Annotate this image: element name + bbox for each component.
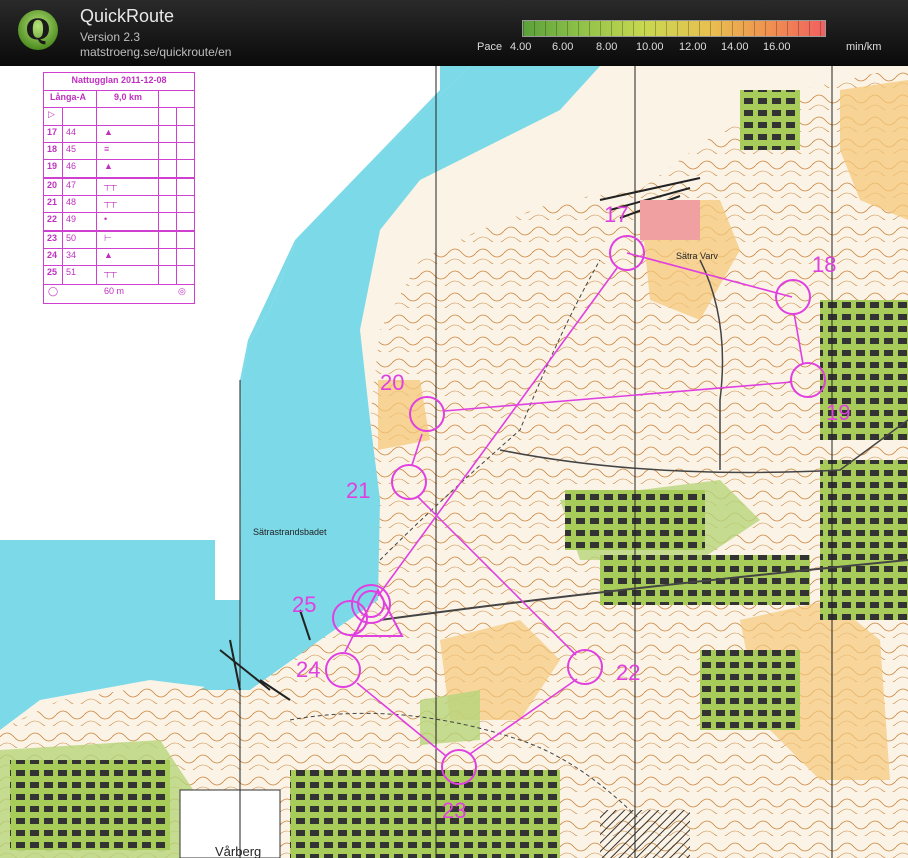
control-code: 46 bbox=[66, 161, 77, 171]
feature-symbol-icon: ┬┬ bbox=[104, 267, 117, 277]
pace-tick: 14.00 bbox=[721, 41, 749, 53]
finish-circle-icon: ◎ bbox=[178, 286, 186, 296]
control-number: 20 bbox=[380, 370, 404, 395]
control-num: 17 bbox=[47, 127, 58, 137]
control-num: 24 bbox=[47, 250, 58, 260]
control-number: 19 bbox=[826, 400, 850, 425]
feature-symbol-icon: ┬┬ bbox=[104, 180, 117, 190]
control-number: 22 bbox=[616, 660, 640, 685]
control-num: 25 bbox=[47, 267, 58, 277]
place-label-satra-varv: Sätra Varv bbox=[676, 251, 718, 261]
start-triangle-icon: ▷ bbox=[48, 109, 55, 119]
course-length: 9,0 km bbox=[114, 92, 143, 102]
pace-tick: 6.00 bbox=[552, 41, 574, 53]
pace-label: Pace bbox=[477, 41, 503, 53]
control-code: 34 bbox=[66, 250, 77, 260]
control-number: 17 bbox=[604, 202, 628, 227]
residential-buildings bbox=[820, 460, 908, 620]
control-number: 18 bbox=[812, 252, 836, 277]
control-description-sheet: Nattugglan 2011-12-08 Långa-A 9,0 km ▷ 1… bbox=[43, 72, 195, 304]
residential-buildings bbox=[290, 770, 560, 858]
finish-start-icon: ◯ bbox=[48, 286, 59, 296]
pace-tick: 10.00 bbox=[636, 41, 664, 53]
feature-symbol-icon: ┬┬ bbox=[104, 197, 117, 207]
course-name: Långa-A bbox=[50, 92, 86, 102]
event-name: Nattugglan 2011-12-08 bbox=[71, 75, 167, 85]
residential-buildings bbox=[10, 760, 170, 850]
control-number: 23 bbox=[442, 798, 466, 823]
control-number: 21 bbox=[346, 478, 370, 503]
control-code: 47 bbox=[66, 180, 77, 190]
control-code: 48 bbox=[66, 197, 77, 207]
pace-tick: 4.00 bbox=[510, 41, 532, 53]
app-version: Version 2.3 bbox=[80, 30, 141, 44]
control-code: 50 bbox=[66, 233, 77, 243]
control-num: 22 bbox=[47, 214, 58, 224]
control-num: 19 bbox=[47, 161, 58, 171]
control-code: 44 bbox=[66, 127, 77, 137]
control-num: 20 bbox=[47, 180, 58, 190]
pace-tick: 8.00 bbox=[596, 41, 618, 53]
feature-symbol-icon: ≡ bbox=[104, 144, 110, 154]
pace-tick: 16.00 bbox=[763, 41, 791, 53]
residential-buildings bbox=[700, 650, 800, 730]
place-label-varberg: Vårberg bbox=[215, 844, 261, 858]
pace-unit: min/km bbox=[846, 41, 882, 53]
control-num: 23 bbox=[47, 233, 58, 243]
app-header: Q QuickRoute Version 2.3 matstroeng.se/q… bbox=[0, 0, 908, 66]
place-label-satrastrandsbadet: Sätrastrandsbadet bbox=[253, 527, 327, 537]
control-number: 24 bbox=[296, 657, 320, 682]
pace-tick: 12.00 bbox=[679, 41, 707, 53]
feature-symbol-icon: ▲ bbox=[104, 127, 113, 137]
svg-text:Q: Q bbox=[26, 13, 50, 46]
feature-symbol-icon: • bbox=[104, 214, 108, 224]
control-code: 51 bbox=[66, 267, 77, 277]
feature-symbol-icon: ▲ bbox=[104, 250, 113, 260]
pink-building bbox=[640, 200, 700, 240]
control-num: 21 bbox=[47, 197, 58, 207]
pace-color-scale bbox=[522, 20, 826, 37]
finish-distance: 60 m bbox=[104, 286, 125, 296]
control-code: 45 bbox=[66, 144, 77, 154]
control-code: 49 bbox=[66, 214, 77, 224]
control-number: 25 bbox=[292, 592, 316, 617]
quickroute-logo-icon: Q bbox=[18, 10, 58, 50]
hatched-area bbox=[600, 810, 690, 858]
app-title: QuickRoute bbox=[80, 6, 175, 26]
residential-buildings bbox=[740, 90, 800, 150]
app-url[interactable]: matstroeng.se/quickroute/en bbox=[80, 45, 231, 59]
feature-symbol-icon: ⊢ bbox=[104, 233, 112, 243]
feature-symbol-icon: ▲ bbox=[104, 161, 113, 171]
control-num: 18 bbox=[47, 144, 58, 154]
